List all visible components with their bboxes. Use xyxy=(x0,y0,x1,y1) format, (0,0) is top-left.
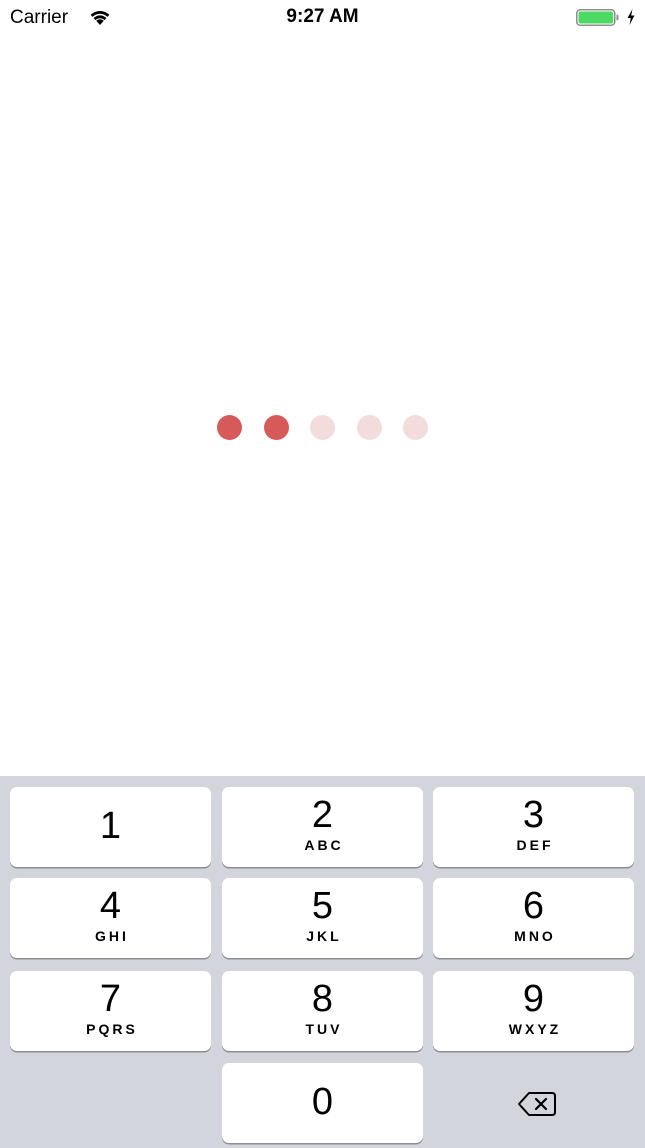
key-digit: 5 xyxy=(311,885,334,927)
key-digit: 1 xyxy=(99,805,122,847)
passcode-dots xyxy=(0,415,645,441)
key-letters: PQRS xyxy=(86,1021,138,1037)
key-5[interactable]: 5 JKL xyxy=(222,878,423,958)
key-letters: JKL xyxy=(306,928,342,944)
key-3[interactable]: 3 DEF xyxy=(433,787,634,867)
key-letters: MNO xyxy=(514,928,556,944)
key-digit: 3 xyxy=(522,794,545,836)
key-7[interactable]: 7 PQRS xyxy=(10,971,211,1051)
key-letters: WXYZ xyxy=(508,1021,562,1037)
key-digit: 2 xyxy=(311,794,334,836)
delete-backward-icon xyxy=(518,1092,556,1116)
charging-bolt-icon xyxy=(626,8,636,26)
key-digit: 9 xyxy=(522,978,545,1020)
key-letters: GHI xyxy=(95,928,129,944)
key-digit: 0 xyxy=(311,1081,334,1123)
passcode-screen: Carrier 9:27 AM 1 2 ABC 3 DEF 4 GHI 5 JK… xyxy=(0,0,645,1148)
key-letters: TUV xyxy=(305,1021,343,1037)
key-8[interactable]: 8 TUV xyxy=(222,971,423,1051)
key-0[interactable]: 0 xyxy=(222,1063,423,1143)
backspace-button[interactable] xyxy=(433,1063,634,1143)
key-6[interactable]: 6 MNO xyxy=(433,878,634,958)
passcode-dot-filled xyxy=(263,415,289,440)
key-1[interactable]: 1 xyxy=(10,787,211,867)
passcode-dot-filled xyxy=(217,415,242,440)
key-4[interactable]: 4 GHI xyxy=(10,878,211,958)
status-bar: Carrier 9:27 AM xyxy=(0,0,645,36)
key-digit: 8 xyxy=(311,978,334,1020)
battery-icon xyxy=(576,9,620,26)
clock-time: 9:27 AM xyxy=(286,6,359,27)
key-9[interactable]: 9 WXYZ xyxy=(433,971,634,1051)
passcode-dot-empty xyxy=(356,415,382,440)
key-2[interactable]: 2 ABC xyxy=(222,787,423,867)
key-digit: 7 xyxy=(99,978,122,1020)
numeric-keypad: 1 2 ABC 3 DEF 4 GHI 5 JKL 6 MNO 7 PQRS 8… xyxy=(0,776,645,1148)
passcode-dot-empty xyxy=(403,415,428,440)
key-digit: 4 xyxy=(99,885,122,927)
passcode-dot-empty xyxy=(310,415,335,440)
key-letters: ABC xyxy=(304,837,344,853)
key-letters: DEF xyxy=(516,837,554,853)
key-digit: 6 xyxy=(522,885,545,927)
